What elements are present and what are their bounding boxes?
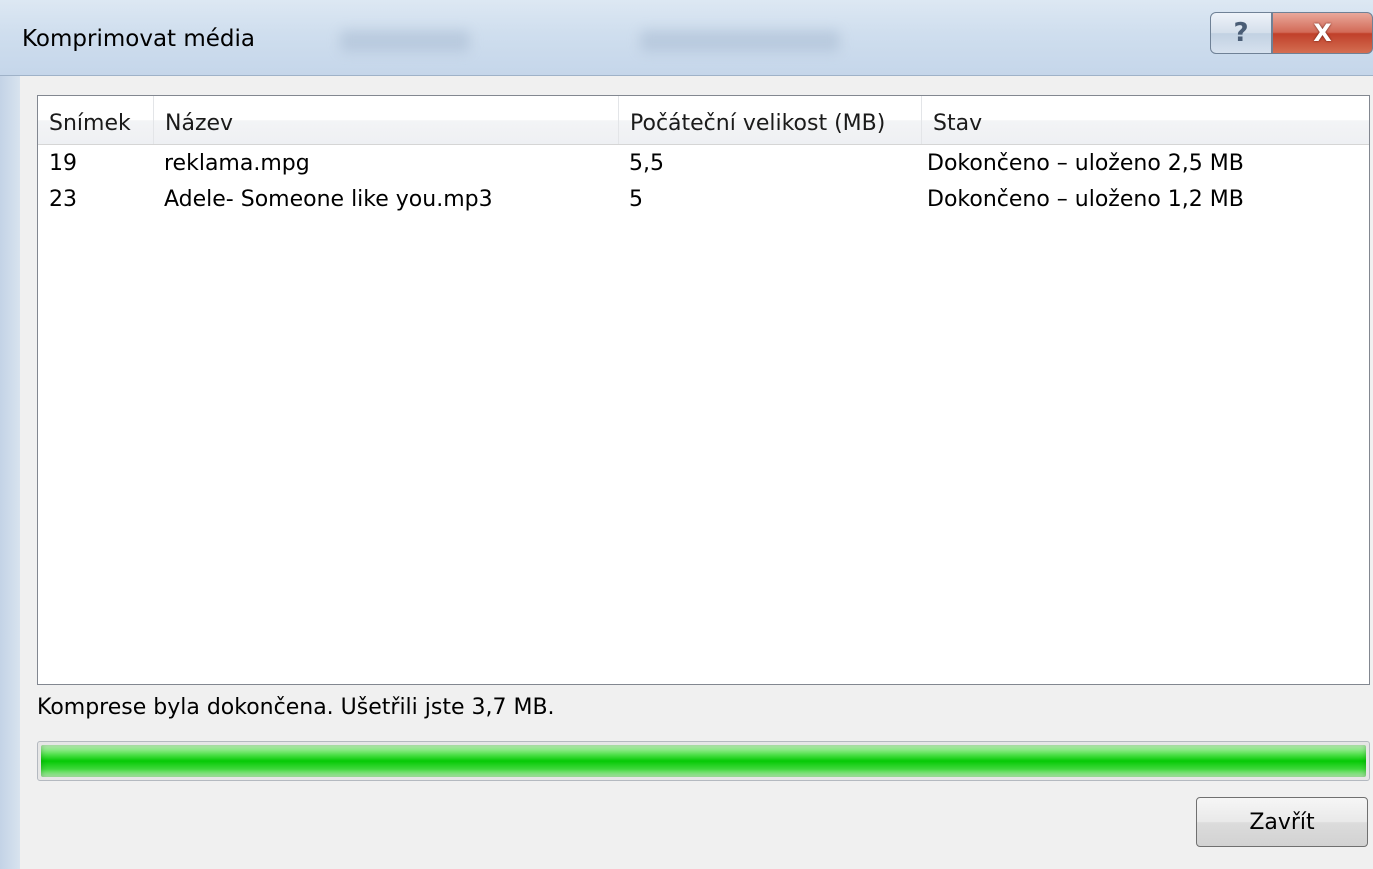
row-slide: 23 xyxy=(49,187,77,212)
column-header-status[interactable]: Stav xyxy=(922,96,1369,144)
close-button[interactable]: Zavřít xyxy=(1196,797,1368,847)
row-status: Dokončeno – uloženo 1,2 MB xyxy=(927,187,1244,212)
title-bar[interactable]: Komprimovat média ? X xyxy=(0,0,1373,76)
compression-progress-bar xyxy=(37,741,1370,781)
close-x-icon: X xyxy=(1313,19,1332,47)
row-slide: 19 xyxy=(49,151,77,176)
row-size: 5,5 xyxy=(629,151,664,176)
help-question-icon: ? xyxy=(1233,18,1249,48)
column-header-initial-size[interactable]: Počáteční velikost (MB) xyxy=(619,96,922,144)
row-status: Dokončeno – uloženo 2,5 MB xyxy=(927,151,1244,176)
dialog-title: Komprimovat média xyxy=(22,26,256,52)
row-size: 5 xyxy=(629,187,643,212)
compress-media-dialog: Komprimovat média ? X Snímek Název Počát… xyxy=(0,0,1373,869)
close-window-button[interactable]: X xyxy=(1272,12,1373,54)
list-header: Snímek Název Počáteční velikost (MB) Sta… xyxy=(38,96,1369,145)
progress-fill xyxy=(41,745,1366,777)
background-blur xyxy=(640,30,840,52)
help-button[interactable]: ? xyxy=(1210,12,1272,54)
row-name: Adele- Someone like you.mp3 xyxy=(164,187,493,212)
compression-status-text: Komprese byla dokončena. Ušetřili jste 3… xyxy=(37,695,555,720)
column-header-slide[interactable]: Snímek xyxy=(38,96,154,144)
window-border xyxy=(0,76,20,869)
column-header-name[interactable]: Název xyxy=(154,96,619,144)
row-name: reklama.mpg xyxy=(164,151,310,176)
background-blur xyxy=(340,30,470,52)
media-list[interactable]: Snímek Název Počáteční velikost (MB) Sta… xyxy=(37,95,1370,685)
